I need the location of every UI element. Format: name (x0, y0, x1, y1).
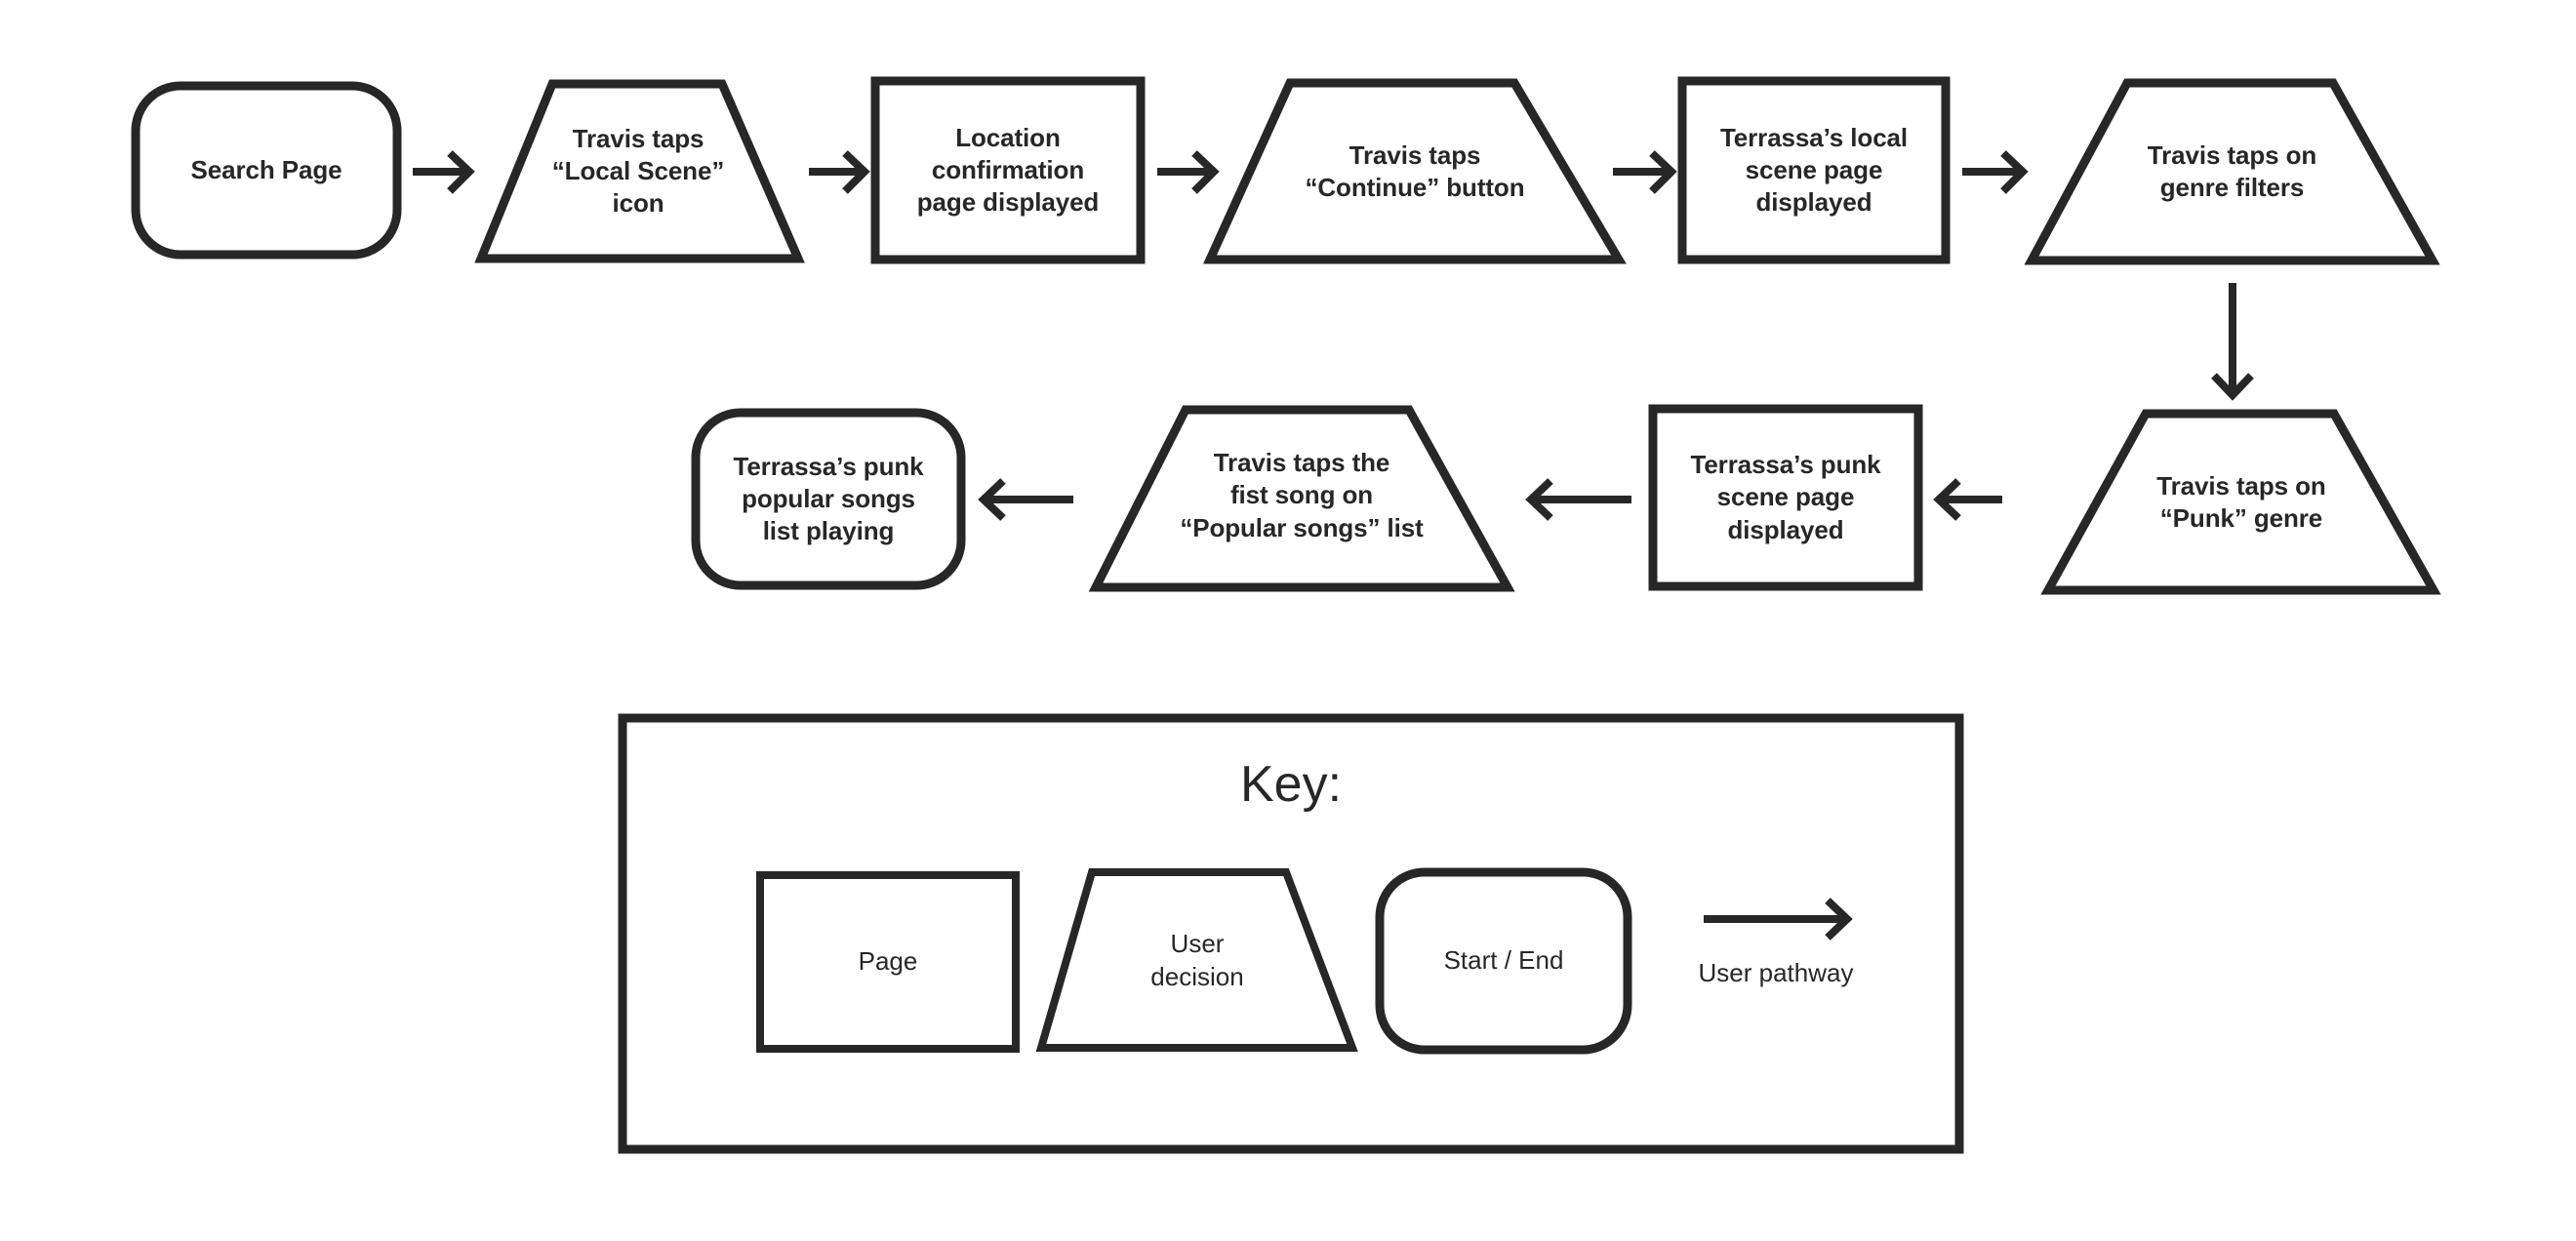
node-label-punk-popular-songs-playing: Terrassa’s punk popular songs list playi… (733, 451, 924, 546)
node-label-taps-first-song: Travis taps the fist song on “Popular so… (1180, 448, 1424, 542)
connector-search-page-to-local-scene (413, 150, 475, 194)
key-label-user-pathway: User pathway (1698, 958, 1854, 988)
flowchart-canvas: Search Page Travis taps “Local Scene” ic… (0, 0, 2576, 1241)
connector-location-confirmation-to-continue (1157, 150, 1220, 194)
node-label-terrassa-local-scene-page: Terrassa’s local scene page displayed (1719, 122, 1909, 218)
node-label-taps-continue-button: Travis taps “Continue” button (1305, 140, 1525, 202)
key-title: Key: (1239, 756, 1343, 813)
connector-local-scene-to-location-confirmation (809, 150, 870, 194)
connector-local-scene-page-to-genre-filters (1962, 150, 2029, 194)
key-shape-user-pathway-arrow (1704, 898, 1853, 941)
connector-punk-scene-page-to-first-song (1525, 478, 1631, 521)
node-label-search-page: Search Page (190, 154, 342, 184)
node-label-taps-genre-filters: Travis taps on genre filters (2147, 140, 2317, 202)
node-label-terrassa-punk-scene-page: Terrassa’s punk scene page displayed (1690, 450, 1881, 544)
connector-punk-genre-to-punk-scene-page (1933, 478, 2002, 521)
connector-first-song-to-songs-playing (978, 478, 1073, 521)
connector-genre-filters-to-punk-genre (2211, 283, 2254, 401)
node-label-taps-punk-genre: Travis taps on “Punk” genre (2156, 470, 2326, 533)
connector-continue-to-local-scene-page (1613, 150, 1677, 194)
node-label-location-confirmation-page: Location confirmation page displayed (916, 122, 1100, 218)
key-label-page: Page (858, 946, 918, 977)
key-label-user-decision: User decision (1150, 929, 1244, 991)
node-label-taps-local-scene-icon: Travis taps “Local Scene” icon (551, 123, 725, 219)
key-label-start-end: Start / End (1443, 945, 1564, 976)
